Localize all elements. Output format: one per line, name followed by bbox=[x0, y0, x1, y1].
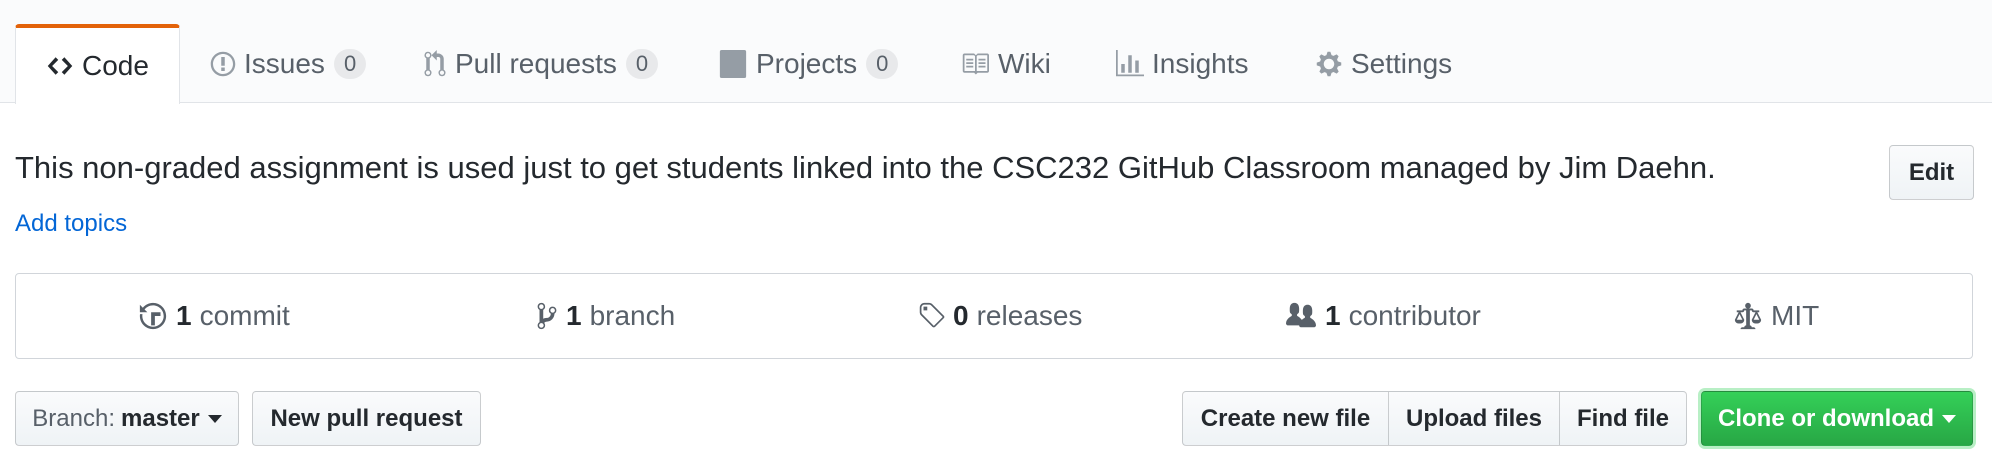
clone-or-download-button[interactable]: Clone or download bbox=[1701, 391, 1973, 446]
gear-icon bbox=[1315, 50, 1343, 78]
releases-count: 0 bbox=[953, 300, 969, 331]
contributors-count: 1 bbox=[1325, 300, 1341, 331]
commits-link[interactable]: 1 commit bbox=[138, 274, 290, 358]
chevron-down-icon bbox=[1942, 414, 1956, 423]
tab-label: Issues bbox=[244, 48, 325, 79]
tab-label: Code bbox=[82, 50, 149, 81]
pull-requests-counter: 0 bbox=[625, 49, 659, 79]
branch-select-button[interactable]: Branch: master bbox=[15, 391, 239, 446]
git-branch-icon bbox=[536, 301, 558, 331]
new-pull-request-button[interactable]: New pull request bbox=[252, 391, 481, 446]
tab-wiki[interactable]: Wiki bbox=[960, 24, 1051, 104]
tag-icon bbox=[917, 301, 945, 331]
projects-counter: 0 bbox=[866, 49, 899, 79]
commits-label: commit bbox=[199, 300, 290, 331]
releases-link[interactable]: 0 releases bbox=[917, 274, 1082, 358]
repo-nav: Code Issues 0 Pull requests 0 Projects 0… bbox=[0, 0, 1992, 104]
tab-label: Insights bbox=[1152, 48, 1249, 79]
tab-label: Pull requests bbox=[455, 48, 617, 79]
branches-link[interactable]: 1 branch bbox=[536, 274, 675, 358]
tab-issues[interactable]: Issues 0 bbox=[210, 24, 367, 104]
branches-count: 1 bbox=[566, 300, 582, 331]
tab-projects[interactable]: Projects 0 bbox=[718, 24, 899, 104]
find-file-button[interactable]: Find file bbox=[1559, 391, 1687, 446]
graph-icon bbox=[1116, 50, 1144, 78]
contributors-link[interactable]: 1 contributor bbox=[1285, 274, 1481, 358]
branches-label: branch bbox=[589, 300, 676, 331]
book-icon bbox=[960, 50, 990, 78]
repo-description: This non-graded assignment is used just … bbox=[15, 150, 1716, 185]
issues-counter: 0 bbox=[333, 49, 367, 79]
chevron-down-icon bbox=[207, 414, 222, 423]
edit-description-button[interactable]: Edit bbox=[1889, 145, 1974, 200]
tab-insights[interactable]: Insights bbox=[1116, 24, 1249, 104]
history-icon bbox=[138, 301, 168, 331]
license-label: MIT bbox=[1771, 300, 1820, 331]
project-icon bbox=[718, 50, 748, 78]
branch-prefix: Branch: bbox=[32, 404, 115, 432]
tab-label: Settings bbox=[1351, 48, 1453, 79]
repo-summary-bar: 1 commit 1 branch 0 releases 1 contribut… bbox=[15, 273, 1973, 359]
organization-icon bbox=[1285, 301, 1317, 331]
commits-count: 1 bbox=[176, 300, 192, 331]
contributors-label: contributor bbox=[1348, 300, 1481, 331]
tab-label: Projects bbox=[756, 48, 858, 79]
add-topics-link[interactable]: Add topics bbox=[15, 210, 127, 238]
tab-settings[interactable]: Settings bbox=[1315, 24, 1452, 104]
law-icon bbox=[1733, 301, 1763, 331]
clone-label: Clone or download bbox=[1718, 404, 1934, 432]
git-pull-request-icon bbox=[423, 50, 447, 78]
releases-label: releases bbox=[976, 300, 1083, 331]
tab-label: Wiki bbox=[998, 48, 1051, 79]
issue-opened-icon bbox=[210, 50, 236, 78]
upload-files-button[interactable]: Upload files bbox=[1388, 391, 1560, 446]
create-new-file-button[interactable]: Create new file bbox=[1182, 391, 1389, 446]
tab-pull-requests[interactable]: Pull requests 0 bbox=[423, 24, 659, 104]
branch-name: master bbox=[121, 404, 200, 432]
tab-code[interactable]: Code bbox=[15, 24, 180, 104]
code-icon bbox=[46, 52, 74, 80]
license-link[interactable]: MIT bbox=[1733, 274, 1819, 358]
